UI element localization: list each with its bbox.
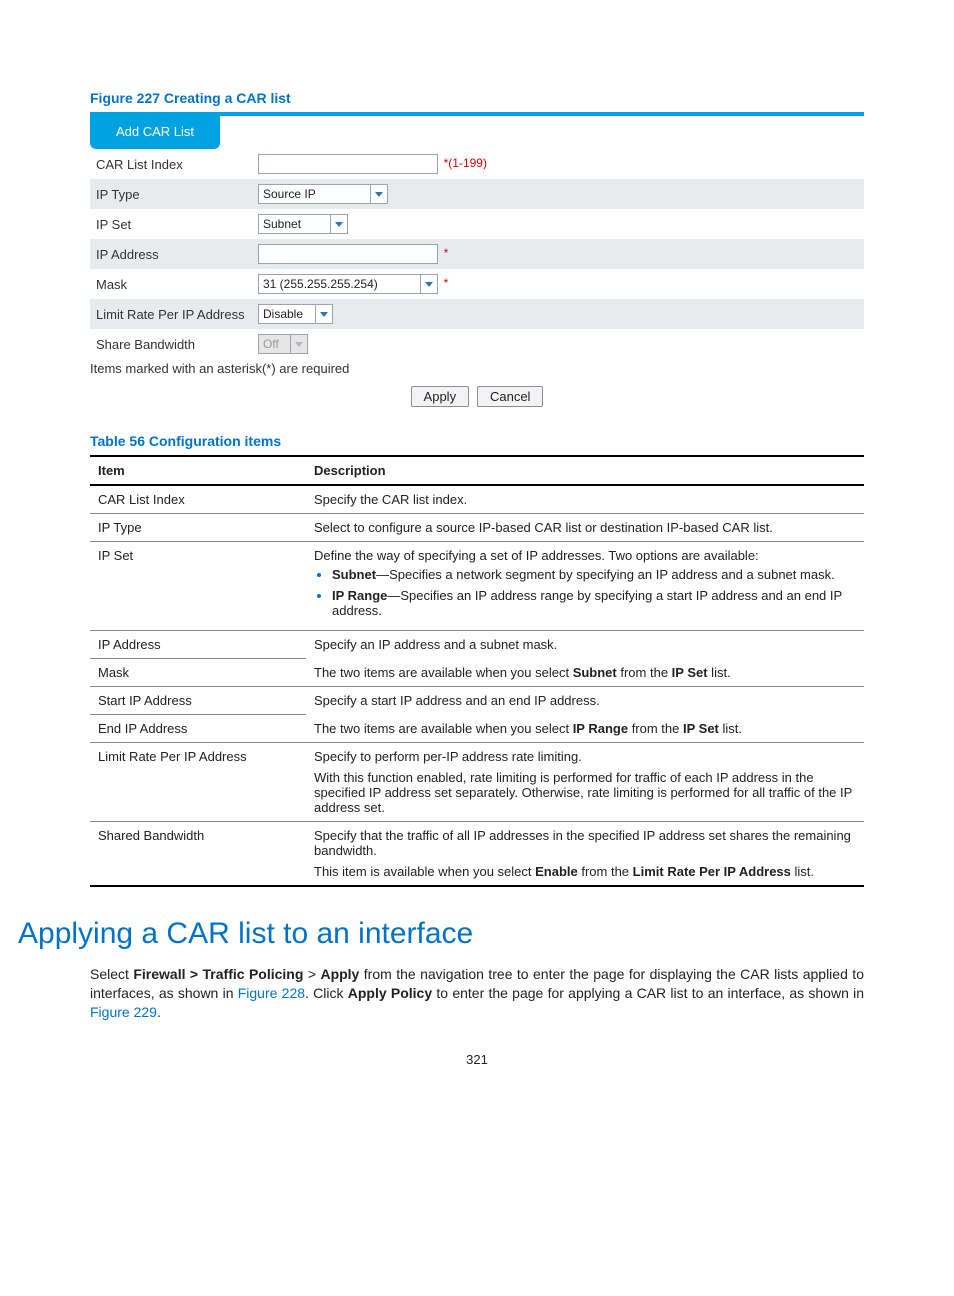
chevron-down-icon bbox=[315, 305, 332, 323]
chevron-down-icon bbox=[420, 275, 437, 293]
chevron-down-icon bbox=[330, 215, 347, 233]
table-caption: Table 56 Configuration items bbox=[90, 433, 864, 449]
select-limit-rate[interactable]: Disable bbox=[258, 304, 333, 324]
input-ip-address[interactable] bbox=[258, 244, 438, 264]
label-ip-set: IP Set bbox=[90, 209, 252, 239]
section-heading: Applying a CAR list to an interface bbox=[18, 917, 864, 951]
tab-add-car-list[interactable]: Add CAR List bbox=[90, 116, 220, 149]
hint-car-list-index: *(1-199) bbox=[442, 156, 487, 170]
table-row: Start IP Address Specify a start IP addr… bbox=[90, 687, 864, 715]
label-ip-address: IP Address bbox=[90, 239, 252, 269]
page-number: 321 bbox=[90, 1052, 864, 1067]
chevron-down-icon bbox=[290, 335, 307, 353]
select-share-bandwidth-value: Off bbox=[263, 337, 279, 351]
apply-button[interactable]: Apply bbox=[411, 386, 470, 407]
select-mask[interactable]: 31 (255.255.255.254) bbox=[258, 274, 438, 294]
link-figure-228[interactable]: Figure 228 bbox=[238, 985, 305, 1001]
table-row: IP Type Select to configure a source IP-… bbox=[90, 514, 864, 542]
table-row: End IP Address The two items are availab… bbox=[90, 715, 864, 743]
table-row: IP Set Define the way of specifying a se… bbox=[90, 542, 864, 631]
figure-caption: Figure 227 Creating a CAR list bbox=[90, 90, 864, 106]
label-share-bandwidth: Share Bandwidth bbox=[90, 329, 252, 359]
table-row: Mask The two items are available when yo… bbox=[90, 659, 864, 687]
select-ip-type[interactable]: Source IP bbox=[258, 184, 388, 204]
select-share-bandwidth: Off bbox=[258, 334, 308, 354]
th-item: Item bbox=[90, 456, 306, 485]
select-ip-set[interactable]: Subnet bbox=[258, 214, 348, 234]
select-mask-value: 31 (255.255.255.254) bbox=[263, 277, 378, 291]
label-car-list-index: CAR List Index bbox=[90, 149, 252, 179]
table-row: IP Address Specify an IP address and a s… bbox=[90, 631, 864, 659]
table-row: Shared Bandwidth Specify that the traffi… bbox=[90, 822, 864, 887]
config-items-table: Item Description CAR List Index Specify … bbox=[90, 455, 864, 887]
add-car-list-form: Add CAR List CAR List Index *(1-199) IP … bbox=[90, 112, 864, 407]
chevron-down-icon bbox=[370, 185, 387, 203]
select-ip-type-value: Source IP bbox=[263, 187, 316, 201]
body-paragraph: Select Firewall > Traffic Policing > App… bbox=[90, 965, 864, 1022]
hint-ip-address: * bbox=[442, 246, 449, 260]
select-limit-rate-value: Disable bbox=[263, 307, 303, 321]
cancel-button[interactable]: Cancel bbox=[477, 386, 543, 407]
table-row: Limit Rate Per IP Address Specify to per… bbox=[90, 743, 864, 822]
table-row: CAR List Index Specify the CAR list inde… bbox=[90, 485, 864, 514]
input-car-list-index[interactable] bbox=[258, 154, 438, 174]
link-figure-229[interactable]: Figure 229 bbox=[90, 1004, 157, 1020]
label-limit-rate: Limit Rate Per IP Address bbox=[90, 299, 252, 329]
label-mask: Mask bbox=[90, 269, 252, 299]
required-note: Items marked with an asterisk(*) are req… bbox=[90, 359, 864, 382]
hint-mask: * bbox=[442, 276, 449, 290]
select-ip-set-value: Subnet bbox=[263, 217, 301, 231]
th-description: Description bbox=[306, 456, 864, 485]
label-ip-type: IP Type bbox=[90, 179, 252, 209]
